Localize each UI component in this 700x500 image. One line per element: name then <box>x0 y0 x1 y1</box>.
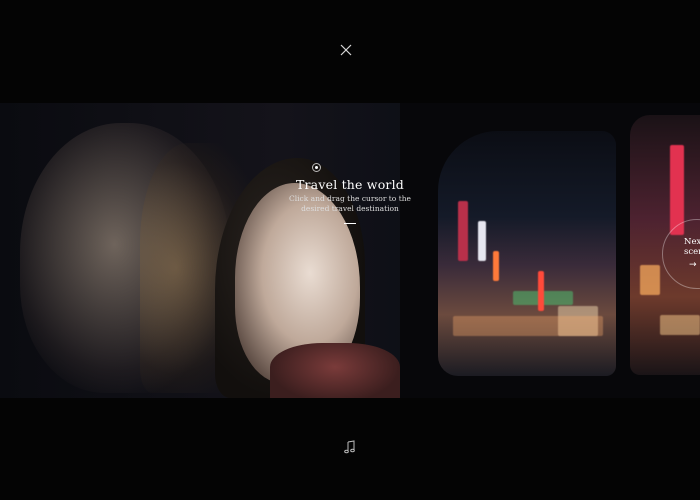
close-button[interactable] <box>336 40 356 60</box>
hotspot-marker[interactable] <box>312 163 321 172</box>
arrow-right-icon: → <box>689 260 697 270</box>
car-window-rear <box>438 131 616 376</box>
woman-scarf <box>270 343 400 398</box>
overlay-subtitle: Click and drag the cursor to the desired… <box>288 194 411 213</box>
close-icon <box>340 44 352 56</box>
music-toggle-button[interactable] <box>342 439 358 455</box>
next-scene-label: Next scene <box>684 237 700 257</box>
overlay-divider <box>344 223 356 224</box>
music-note-icon <box>344 440 355 454</box>
scene-video[interactable]: Travel the world Click and drag the curs… <box>0 103 700 398</box>
overlay-title: Travel the world <box>295 177 405 192</box>
